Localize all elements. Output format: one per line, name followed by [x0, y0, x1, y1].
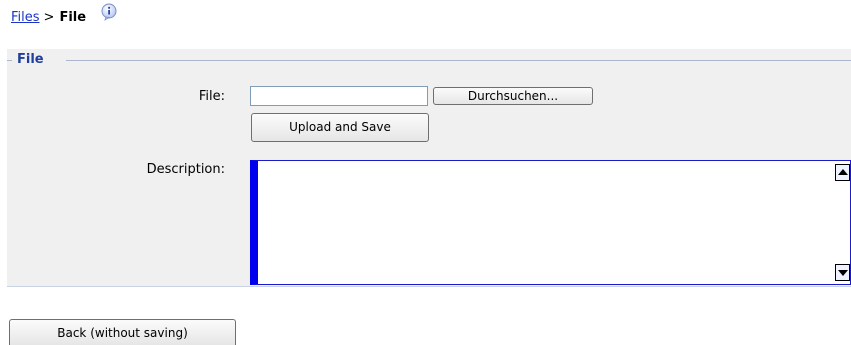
browse-button[interactable]: Durchsuchen...: [433, 87, 593, 105]
scroll-down-arrow-icon[interactable]: [835, 264, 850, 281]
fieldset-legend-row: File: [7, 52, 851, 68]
info-icon[interactable]: [100, 3, 118, 21]
breadcrumb: Files > File: [11, 3, 118, 28]
file-path-input[interactable]: [250, 86, 428, 106]
back-without-saving-button[interactable]: Back (without saving): [9, 319, 236, 345]
description-label: Description:: [146, 162, 225, 177]
breadcrumb-separator: >: [43, 9, 55, 25]
file-fieldset: File File: Durchsuchen... Upload and Sav…: [7, 49, 851, 287]
file-label: File:: [198, 89, 225, 104]
legend-line: [7, 60, 12, 61]
description-textarea[interactable]: [250, 160, 851, 285]
fieldset-legend: File: [17, 52, 44, 67]
breadcrumb-current: File: [59, 9, 87, 25]
legend-line: [66, 60, 851, 61]
breadcrumb-files-link[interactable]: Files: [11, 10, 40, 25]
upload-and-save-button[interactable]: Upload and Save: [251, 113, 429, 142]
scroll-up-arrow-icon[interactable]: [835, 164, 850, 181]
